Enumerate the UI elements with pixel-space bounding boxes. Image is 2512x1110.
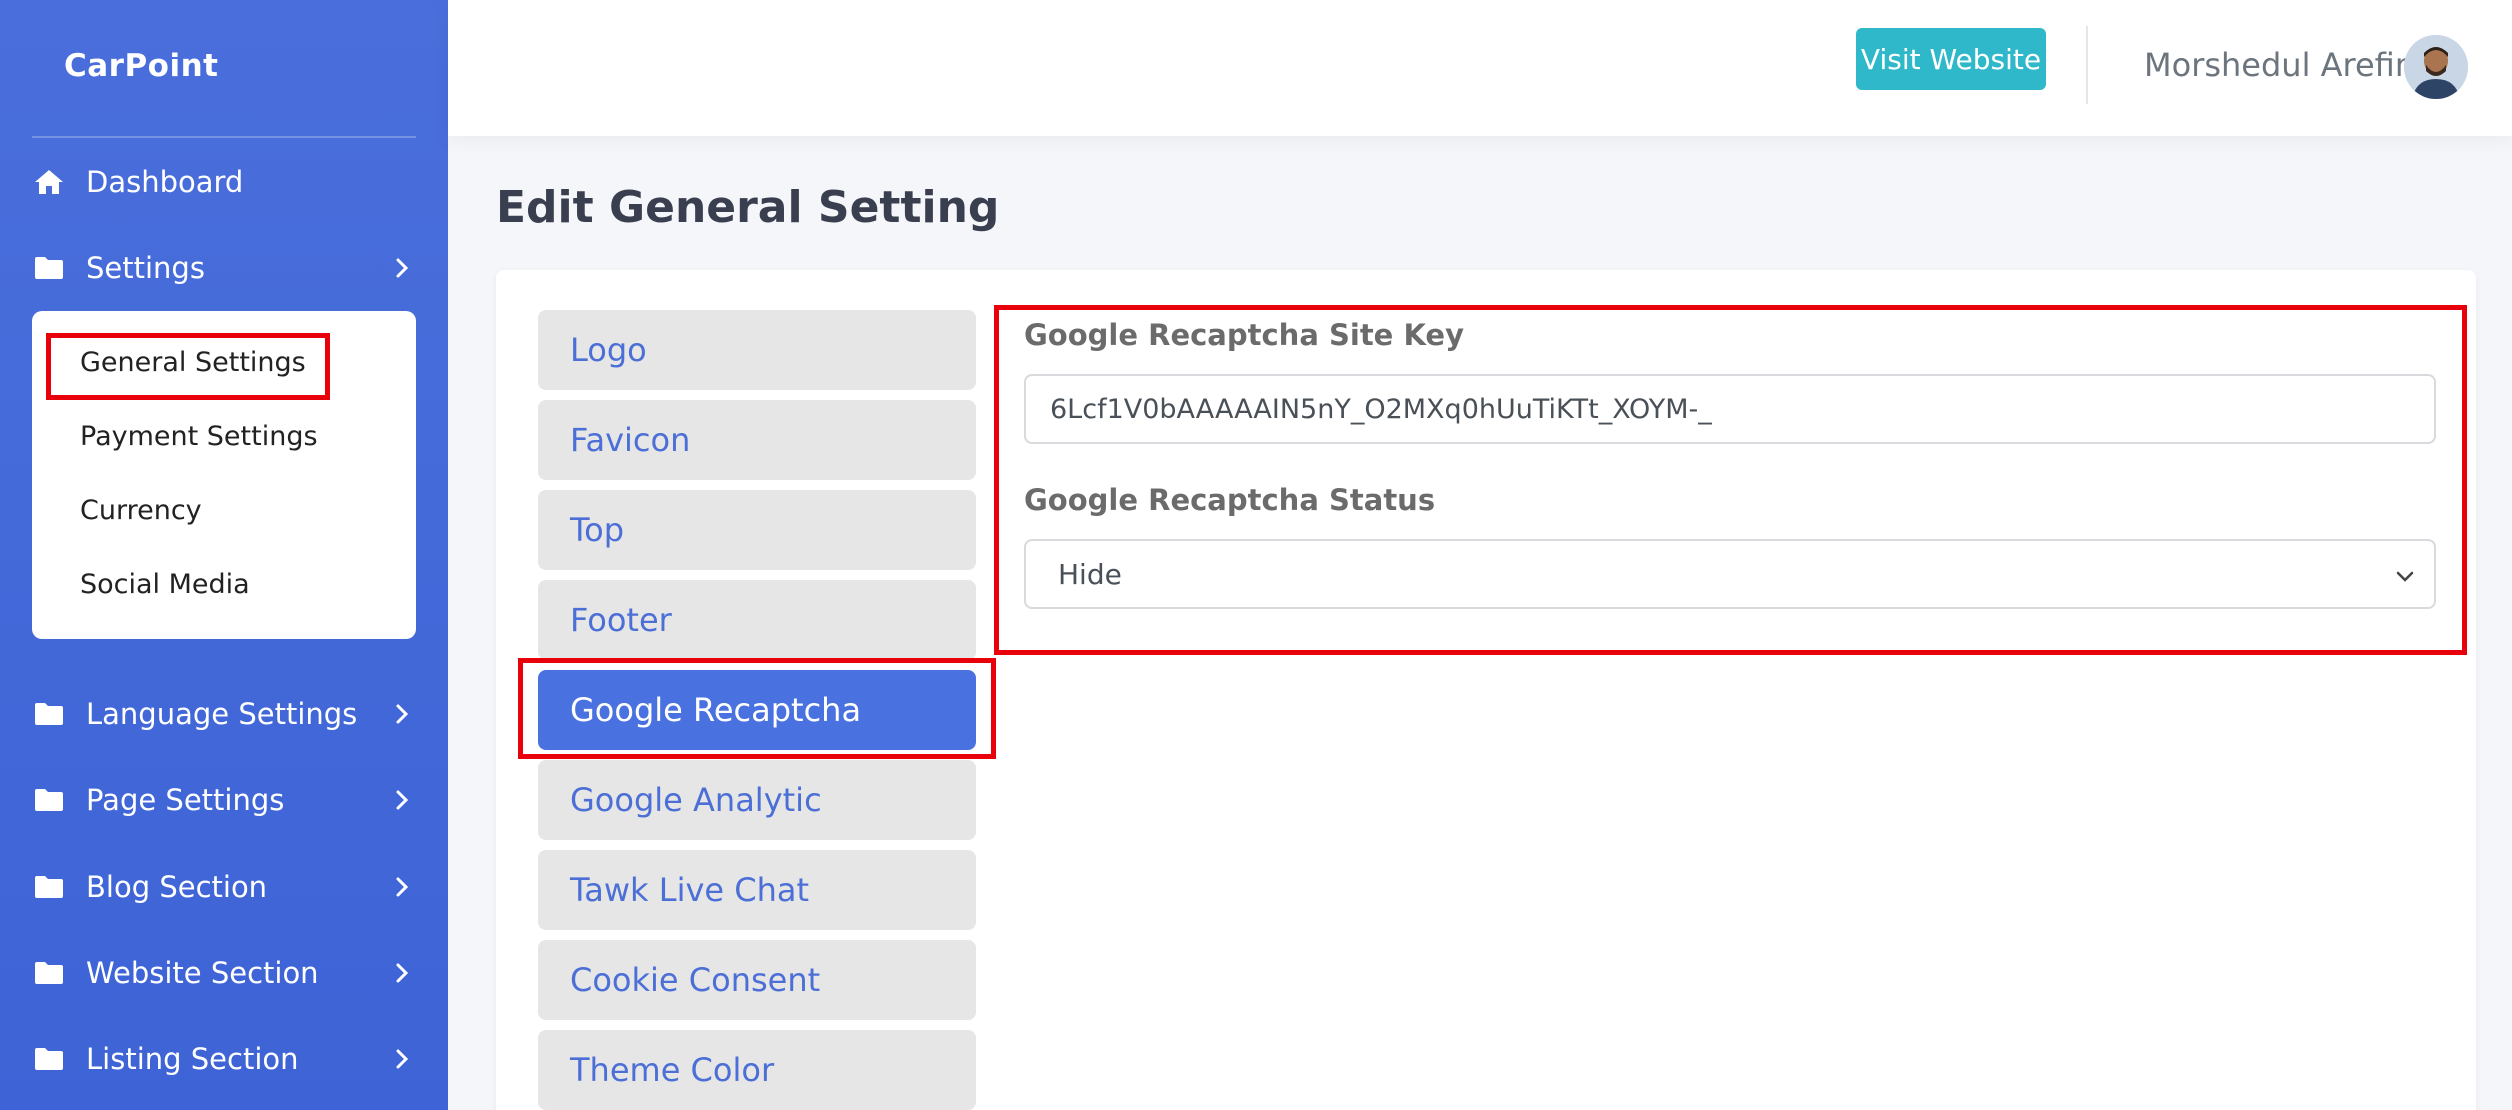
home-icon: [32, 165, 66, 199]
folder-icon: [32, 956, 66, 990]
tab-footer[interactable]: Footer: [538, 580, 976, 660]
chevron-right-icon: [388, 254, 416, 282]
folder-icon: [32, 870, 66, 904]
nav-item-settings[interactable]: Settings: [32, 240, 416, 296]
chevron-right-icon: [388, 786, 416, 814]
submenu-item-social-media[interactable]: Social Media: [80, 569, 250, 600]
chevron-right-icon: [388, 873, 416, 901]
chevron-right-icon: [388, 700, 416, 728]
nav-item-language-settings[interactable]: Language Settings: [32, 686, 416, 742]
highlight-google-recaptcha-tab: [518, 658, 996, 759]
tab-theme-color[interactable]: Theme Color: [538, 1030, 976, 1110]
page-title: Edit General Setting: [496, 182, 1000, 233]
nav-label: Dashboard: [86, 165, 244, 199]
nav-label: Listing Section: [86, 1042, 299, 1076]
visit-website-button[interactable]: Visit Website: [1856, 28, 2046, 90]
avatar[interactable]: [2404, 35, 2468, 99]
nav-item-page-settings[interactable]: Page Settings: [32, 772, 416, 828]
nav-label: Language Settings: [86, 697, 358, 731]
tab-favicon[interactable]: Favicon: [538, 400, 976, 480]
nav-label: Settings: [86, 251, 205, 285]
nav-item-listing-section[interactable]: Listing Section: [32, 1031, 416, 1087]
folder-icon: [32, 783, 66, 817]
tab-top[interactable]: Top: [538, 490, 976, 570]
user-name[interactable]: Morshedul Arefin: [2144, 46, 2415, 84]
brand-divider: [32, 136, 416, 138]
brand-logo[interactable]: CarPoint: [64, 48, 219, 84]
chevron-right-icon: [388, 1045, 416, 1073]
nav-label: Page Settings: [86, 783, 285, 817]
tab-logo[interactable]: Logo: [538, 310, 976, 390]
chevron-right-icon: [388, 959, 416, 987]
nav-item-blog-section[interactable]: Blog Section: [32, 859, 416, 915]
topbar-divider: [2086, 26, 2088, 104]
folder-icon: [32, 251, 66, 285]
sidebar: CarPoint Dashboard Settings General Sett…: [0, 0, 448, 1110]
folder-icon: [32, 1042, 66, 1076]
submenu-item-payment-settings[interactable]: Payment Settings: [80, 421, 318, 452]
highlight-general-settings: [46, 333, 330, 400]
submenu-item-currency[interactable]: Currency: [80, 495, 202, 526]
tab-google-analytic[interactable]: Google Analytic: [538, 760, 976, 840]
folder-icon: [32, 697, 66, 731]
nav-item-website-section[interactable]: Website Section: [32, 945, 416, 1001]
nav-label: Website Section: [86, 956, 319, 990]
nav-item-dashboard[interactable]: Dashboard: [32, 154, 416, 210]
tab-tawk-live-chat[interactable]: Tawk Live Chat: [538, 850, 976, 930]
tab-cookie-consent[interactable]: Cookie Consent: [538, 940, 976, 1020]
nav-label: Blog Section: [86, 870, 268, 904]
highlight-recaptcha-form: [994, 305, 2467, 655]
